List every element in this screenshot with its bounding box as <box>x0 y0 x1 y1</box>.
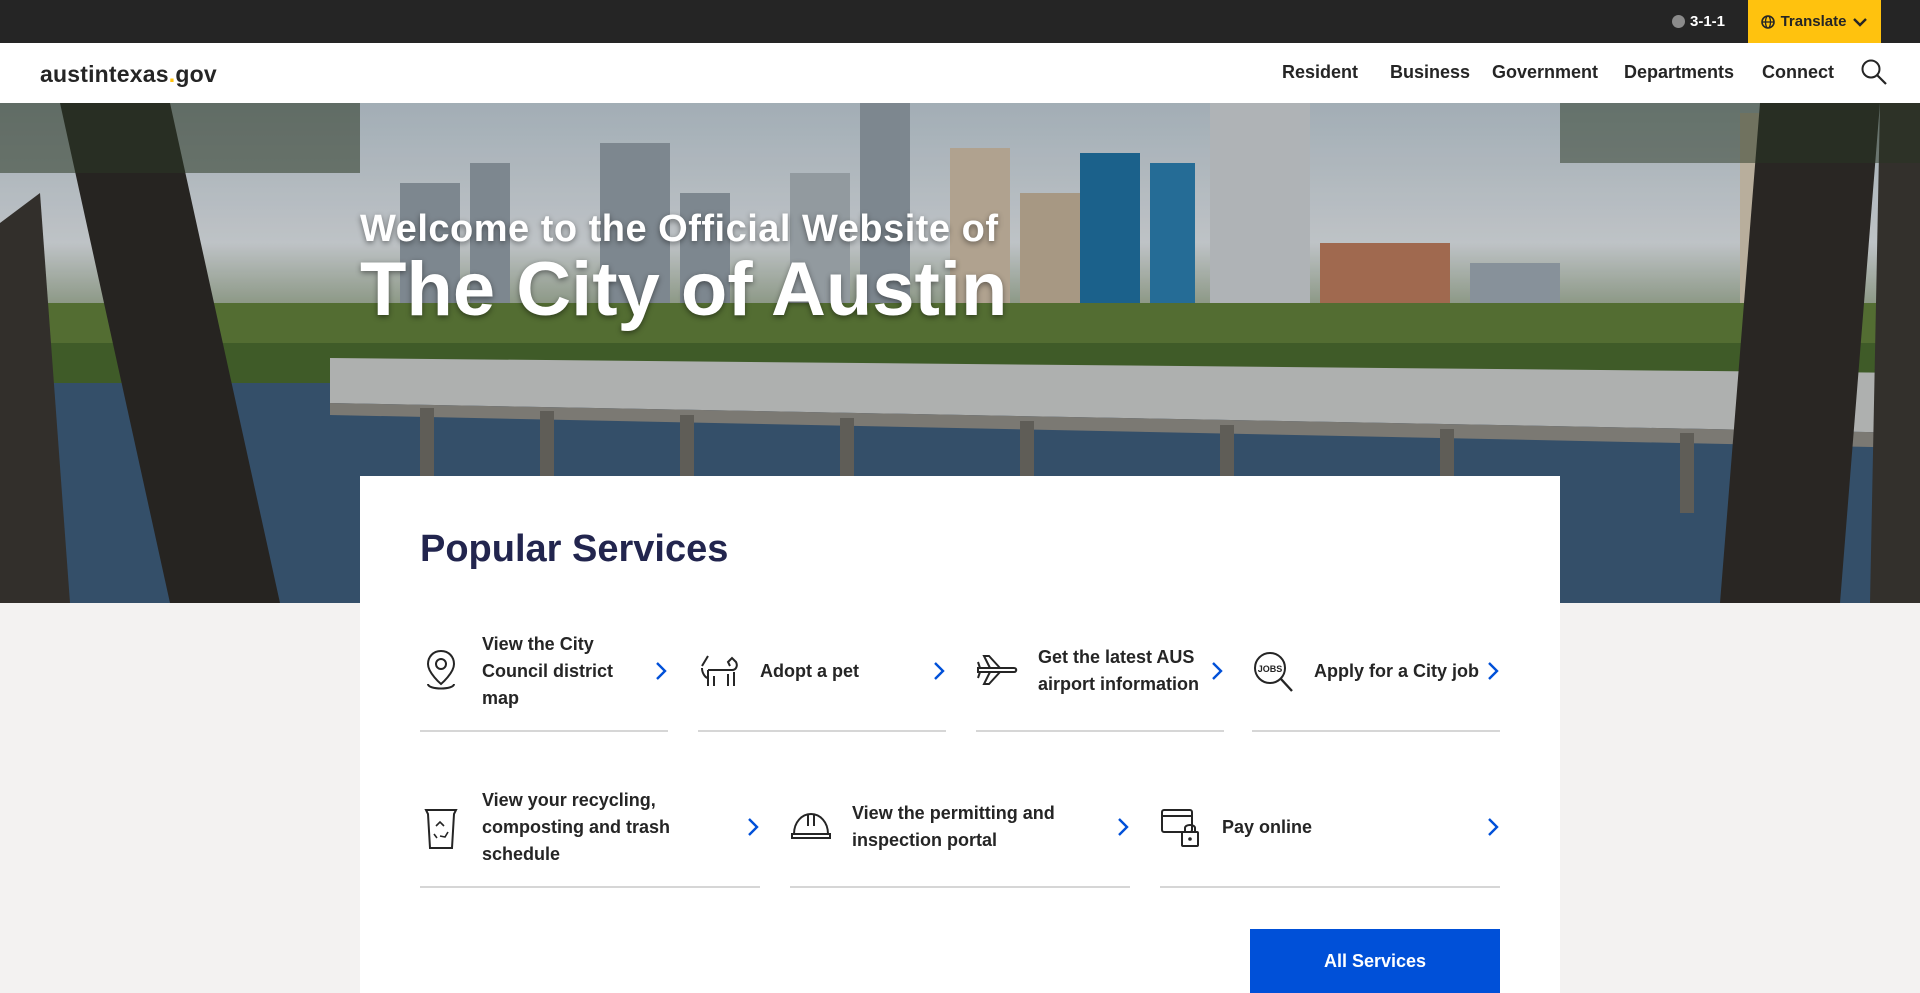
popular-services-panel: Popular Services View the City Council d… <box>360 476 1560 993</box>
nav-departments[interactable]: Departments <box>1624 62 1734 83</box>
service-label: Get the latest AUS airport information <box>1038 647 1199 694</box>
service-council-map[interactable]: View the City Council district map <box>420 612 668 732</box>
translate-label: Translate <box>1780 13 1847 30</box>
hero-subtitle: Welcome to the Official Website of <box>360 208 999 250</box>
chevron-down-icon <box>1853 17 1868 27</box>
chevron-right-icon <box>656 662 667 680</box>
translate-button[interactable]: Translate <box>1748 0 1881 43</box>
search-icon[interactable] <box>1860 58 1888 86</box>
airplane-icon <box>977 655 1018 685</box>
map-pin-icon <box>426 649 456 690</box>
globe-icon <box>1760 14 1775 29</box>
chevron-right-icon <box>1488 662 1499 680</box>
chevron-right-icon <box>1488 818 1499 836</box>
secure-payment-icon <box>1161 809 1199 847</box>
service-pay-online[interactable]: Pay online <box>1160 768 1500 888</box>
service-label: Pay online <box>1222 816 1313 837</box>
service-airport-info[interactable]: Get the latest AUS airport information <box>976 612 1224 732</box>
svg-text:JOBS: JOBS <box>1258 664 1283 674</box>
hero-heading: Welcome to the Official Website of The C… <box>360 210 1007 328</box>
nav-government[interactable]: Government <box>1492 62 1598 83</box>
chevron-right-icon <box>748 818 759 836</box>
chevron-right-icon <box>1118 818 1129 836</box>
nav-connect[interactable]: Connect <box>1762 62 1834 83</box>
popular-services-heading: Popular Services <box>420 528 729 570</box>
logo-name: austintexas <box>40 61 169 87</box>
phone-311-link[interactable]: 3-1-1 <box>1672 0 1725 43</box>
service-label: View the permitting and inspection porta… <box>852 803 1055 850</box>
hero-title: The City of Austin <box>360 247 1008 332</box>
service-recycling-schedule[interactable]: View your recycling, composting and tras… <box>420 768 760 888</box>
phone-311-label: 3-1-1 <box>1690 13 1726 30</box>
utility-bar: 3-1-1 Translate <box>0 0 1920 43</box>
site-header: austintexas.gov Resident Business Govern… <box>0 43 1920 103</box>
service-city-job[interactable]: JOBS Apply for a City job <box>1252 612 1500 732</box>
chevron-right-icon <box>1212 662 1223 680</box>
chevron-right-icon <box>934 662 945 680</box>
service-label: Adopt a pet <box>760 660 859 681</box>
service-permitting-portal[interactable]: View the permitting and inspection porta… <box>790 768 1130 888</box>
service-adopt-pet[interactable]: Adopt a pet <box>698 612 946 732</box>
nav-resident[interactable]: Resident <box>1282 62 1358 83</box>
service-label: View the City Council district map <box>482 633 614 708</box>
logo-tld: gov <box>175 61 217 87</box>
recycling-bin-icon <box>424 809 458 849</box>
jobs-search-icon: JOBS <box>1254 652 1293 692</box>
site-logo[interactable]: austintexas.gov <box>40 61 217 88</box>
dog-icon <box>701 655 738 686</box>
all-services-button[interactable]: All Services <box>1250 929 1500 993</box>
service-label: Apply for a City job <box>1314 660 1480 681</box>
hard-hat-icon <box>791 812 831 839</box>
info-icon <box>1672 15 1685 28</box>
nav-business[interactable]: Business <box>1390 62 1470 83</box>
service-label: View your recycling, composting and tras… <box>482 789 671 864</box>
